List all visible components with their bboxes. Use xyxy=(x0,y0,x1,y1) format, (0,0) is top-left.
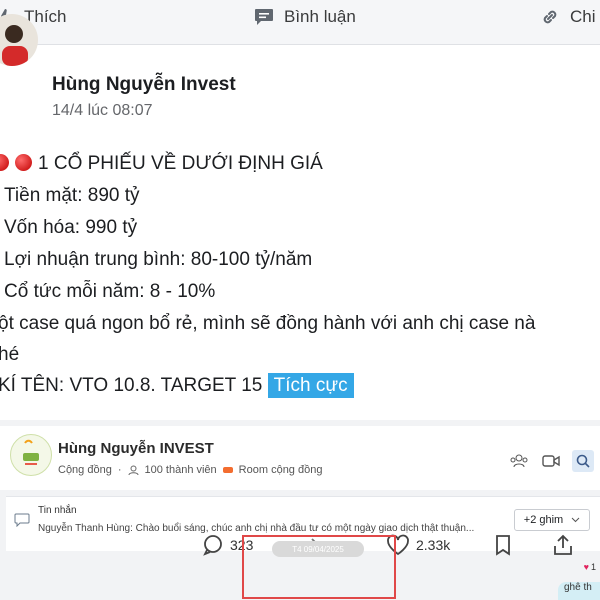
share-button[interactable]: Chi xyxy=(540,6,596,28)
chat-bubble: ghê th xyxy=(558,582,600,600)
sentiment-tag: Tích cực xyxy=(267,373,354,398)
share-label: Chi xyxy=(570,7,596,26)
red-circle-icon xyxy=(0,154,9,171)
post-headline-row: 1 CỔ PHIẾU VỀ DƯỚI ĐỊNH GIÁ xyxy=(0,153,323,175)
share-icon xyxy=(554,534,572,555)
comment-outline-icon xyxy=(203,535,222,556)
video-icon xyxy=(542,455,560,467)
post-headline: 1 CỔ PHIẾU VỀ DƯỚI ĐỊNH GIÁ xyxy=(38,153,323,174)
user-icon xyxy=(128,465,138,475)
group-users-icon xyxy=(510,454,528,468)
comment-label: Bình luận xyxy=(284,7,356,26)
embedded-screenshot[interactable]: Hùng Nguyễn INVEST Cộng đồng · 100 thành… xyxy=(0,420,600,600)
side-chat-preview: ♥ 1 ghê th xyxy=(552,560,600,600)
search-button[interactable] xyxy=(572,450,594,472)
post-line: Vốn hóa: 990 tỷ xyxy=(4,217,138,238)
bookmark-button[interactable] xyxy=(494,534,512,556)
group-type: Cộng đồng xyxy=(58,464,112,476)
chat-bubble-icon xyxy=(14,513,30,527)
bookmark-icon xyxy=(496,535,510,556)
group-meta: Cộng đồng · 100 thành viên Room cộng đồn… xyxy=(58,464,322,476)
link-icon xyxy=(543,10,557,24)
room-icon xyxy=(222,467,233,473)
video-call-button[interactable] xyxy=(540,450,562,472)
like-count: 2.33k xyxy=(416,537,451,553)
red-circle-icon xyxy=(15,154,32,171)
group-logo xyxy=(10,434,52,476)
highlight-box xyxy=(242,535,396,599)
group-logo-icon xyxy=(23,439,39,465)
post-signal-row: KÍ TÊN: VTO 10.8. TARGET 15 Tích cực xyxy=(0,373,354,398)
member-count: 100 thành viên xyxy=(144,464,217,476)
post-line: hé xyxy=(0,344,20,365)
pinned-label: +2 ghim xyxy=(523,514,564,526)
share-post-button[interactable] xyxy=(552,534,574,556)
post-action-bar: Thích Bình luận Chi xyxy=(0,0,600,45)
post-line: ột case quá ngon bổ rẻ, mình sẽ đồng hàn… xyxy=(0,313,536,334)
heart-icon: ♥ xyxy=(583,562,589,572)
search-icon xyxy=(576,454,590,468)
post-line: Lợi nhuận trung bình: 80-100 tỷ/năm xyxy=(4,249,313,270)
separator-dot: · xyxy=(117,464,122,476)
reaction-count: 1 xyxy=(590,562,596,572)
comment-button[interactable]: Bình luận xyxy=(254,6,356,28)
comment-icon xyxy=(255,9,273,25)
post-time[interactable]: 14/4 lúc 08:07 xyxy=(52,102,153,120)
post-line: Tiền mặt: 890 tỷ xyxy=(4,185,140,206)
group-toolbar xyxy=(508,450,594,472)
reaction-badge: ♥ 1 xyxy=(584,562,596,572)
post-line: Cổ tức mỗi năm: 8 - 10% xyxy=(4,281,216,302)
chevron-down-icon xyxy=(571,517,580,523)
group-name[interactable]: Hùng Nguyễn INVEST xyxy=(58,440,214,457)
message-title: Tin nhắn xyxy=(38,505,77,516)
signal-text: KÍ TÊN: VTO 10.8. TARGET 15 xyxy=(0,375,263,396)
group-header: Hùng Nguyễn INVEST Cộng đồng · 100 thành… xyxy=(0,426,600,490)
room-label: Room cộng đồng xyxy=(238,464,323,476)
author-name[interactable]: Hùng Nguyễn Invest xyxy=(52,74,236,96)
members-button[interactable] xyxy=(508,450,530,472)
